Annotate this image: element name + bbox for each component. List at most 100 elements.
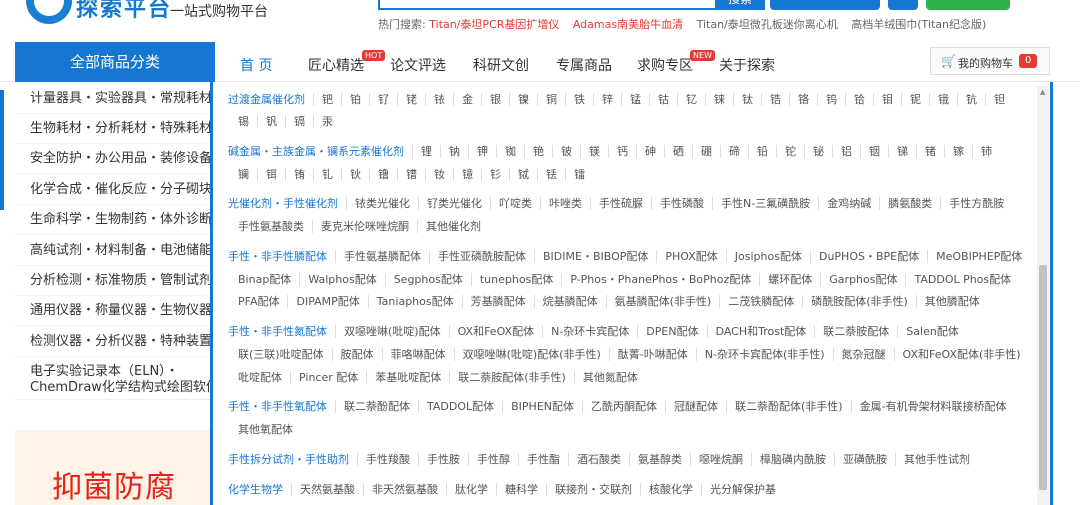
category-link[interactable]: 光分解保护基 <box>701 483 784 496</box>
category-link[interactable]: 手性氨基酸类 <box>228 220 312 233</box>
category-link[interactable]: 铒 <box>257 168 285 181</box>
hot-search-item[interactable]: Adamas南美胎牛血清 <box>573 18 683 31</box>
category-link[interactable]: 乙酰丙酮配体 <box>582 400 665 413</box>
category-link[interactable]: PFA配体 <box>228 295 287 308</box>
search-input[interactable] <box>378 0 718 10</box>
category-heading[interactable]: 手性・非手性氮配体 <box>228 325 327 338</box>
category-link[interactable]: 钒 <box>257 115 285 128</box>
header-green-button[interactable] <box>926 0 1010 10</box>
category-link[interactable]: Salen配体 <box>897 325 967 338</box>
category-link[interactable]: 烷基膦配体 <box>533 295 606 308</box>
category-link[interactable]: 铪 <box>845 93 873 106</box>
category-link[interactable]: 锂 <box>412 145 440 158</box>
category-link[interactable]: 铝 <box>832 145 860 158</box>
category-link[interactable]: 酞菁-卟啉配体 <box>608 348 696 361</box>
category-link[interactable]: OX和FeOX配体(非手性) <box>893 348 1029 361</box>
category-link[interactable]: 钼 <box>873 93 901 106</box>
category-link[interactable]: 吡啶配体 <box>228 371 290 384</box>
category-link[interactable]: 钆 <box>313 168 341 181</box>
logo-icon[interactable] <box>26 0 72 24</box>
category-link[interactable]: 糖科学 <box>496 483 546 496</box>
category-link[interactable]: Segphos配体 <box>384 273 471 286</box>
category-link[interactable]: 酒石酸类 <box>568 453 629 466</box>
category-link[interactable]: 吖啶类 <box>490 197 540 210</box>
category-heading[interactable]: 手性・非手性膦配体 <box>228 250 327 263</box>
category-link[interactable]: 手性胺 <box>418 453 468 466</box>
category-link[interactable]: 铅 <box>748 145 776 158</box>
cart-button[interactable]: 🛒 我的购物车 0 <box>930 47 1050 75</box>
category-link[interactable]: 铜 <box>537 93 565 106</box>
category-link[interactable]: 手性醇 <box>468 453 518 466</box>
category-link[interactable]: 铱类光催化 <box>346 197 418 210</box>
category-link[interactable]: 亚磺酰胺 <box>834 453 895 466</box>
category-link[interactable]: 樟脑磺内酰胺 <box>751 453 834 466</box>
category-link[interactable]: 镱 <box>453 168 481 181</box>
scroll-up-arrow-icon[interactable]: ▲ <box>1040 88 1045 96</box>
category-link[interactable]: 钽 <box>985 93 1013 106</box>
category-link[interactable]: 铌 <box>901 93 929 106</box>
sidebar-item-general-instruments[interactable]: 通用仪器・称量仪器・生物仪器 <box>15 296 215 326</box>
category-link[interactable]: 镉 <box>285 115 313 128</box>
sidebar-item-analysis[interactable]: 分析检测・标准物质・管制试剂 <box>15 266 215 296</box>
sidebar-item-life-science[interactable]: 生命科学・生物制药・体外诊断 <box>15 205 215 235</box>
category-link[interactable]: 手性氨基膦配体 <box>335 250 429 263</box>
category-link[interactable]: 铊 <box>776 145 804 158</box>
category-link[interactable]: 手性N-三氟磺酰胺 <box>712 197 819 210</box>
category-link[interactable]: 金 <box>453 93 481 106</box>
category-link[interactable]: 碲 <box>720 145 748 158</box>
category-link[interactable]: MeOBIPHEP配体 <box>927 250 1031 263</box>
sidebar-item-high-purity[interactable]: 高纯试剂・材料制备・电池储能 <box>15 236 215 266</box>
category-link[interactable]: 联二萘酚配体(非手性) <box>726 400 851 413</box>
hot-search-item[interactable]: Titan/泰坦PCR基因扩增仪 <box>429 18 559 31</box>
category-link[interactable]: 铈 <box>972 145 1000 158</box>
category-heading[interactable]: 过渡金属催化剂 <box>228 93 305 106</box>
header-action-button-2[interactable] <box>888 0 918 10</box>
category-link[interactable]: 锌 <box>593 93 621 106</box>
category-link[interactable]: 钌 <box>369 93 397 106</box>
nav-home[interactable]: 首 页 <box>240 55 272 75</box>
category-link[interactable]: 钐 <box>481 168 509 181</box>
logo-text[interactable]: 探索平台 <box>76 0 172 23</box>
category-link[interactable]: 非天然氨基酸 <box>363 483 446 496</box>
category-link[interactable]: 氮杂冠醚 <box>832 348 894 361</box>
category-link[interactable]: 核酸化学 <box>640 483 701 496</box>
category-link[interactable]: 镭 <box>565 168 593 181</box>
category-link[interactable]: 锑 <box>888 145 916 158</box>
category-link[interactable]: 砷 <box>636 145 664 158</box>
category-link[interactable]: 铟 <box>860 145 888 158</box>
category-link[interactable]: 钾 <box>468 145 496 158</box>
category-link[interactable]: 锡 <box>228 115 257 128</box>
category-link[interactable]: 镍 <box>509 93 537 106</box>
category-link[interactable]: 手性硫脲 <box>590 197 651 210</box>
category-link[interactable]: 镧 <box>228 168 257 181</box>
category-link[interactable]: 胺配体 <box>331 348 382 361</box>
category-link[interactable]: 镁 <box>580 145 608 158</box>
category-link[interactable]: DIPAMP配体 <box>287 295 368 308</box>
all-categories-title[interactable]: 全部商品分类 <box>15 42 215 82</box>
category-link[interactable]: 二茂铁膦配体 <box>719 295 803 308</box>
category-link[interactable]: Garphos配体 <box>820 273 906 286</box>
category-link[interactable]: 联接剂・交联剂 <box>546 483 640 496</box>
category-link[interactable]: 麦克米伦咪唑烷酮 <box>312 220 417 233</box>
category-link[interactable]: 钌类光催化 <box>418 197 490 210</box>
category-link[interactable]: 铷 <box>496 145 524 158</box>
category-link[interactable]: BIPHEN配体 <box>502 400 582 413</box>
category-link[interactable]: 咔唑类 <box>540 197 590 210</box>
category-link[interactable]: 氨基醇类 <box>629 453 690 466</box>
category-link[interactable]: 芳基膦配体 <box>461 295 534 308</box>
sidebar-item-chem-synthesis[interactable]: 化学合成・催化反应・分子砌块 <box>15 175 215 205</box>
hot-search-item[interactable]: Titan/泰坦微孔板迷你离心机 <box>697 18 838 31</box>
category-link[interactable]: 汞 <box>313 115 341 128</box>
category-link[interactable]: 锇 <box>929 93 957 106</box>
category-link[interactable]: 苯基吡啶配体 <box>366 371 450 384</box>
category-link[interactable]: 钛 <box>733 93 761 106</box>
category-heading[interactable]: 手性拆分试剂・手性助剂 <box>228 453 349 466</box>
category-link[interactable]: 其他膦配体 <box>915 295 988 308</box>
category-link[interactable]: 铋 <box>804 145 832 158</box>
sidebar-item-measuring[interactable]: 计量器具・实验器具・常规耗材 <box>15 84 215 114</box>
category-link[interactable]: 铁 <box>565 93 593 106</box>
sidebar-item-detection-instruments[interactable]: 检测仪器・分析仪器・特种装置 <box>15 327 215 357</box>
sidebar-item-eln-chemdraw[interactable]: 电子实验记录本（ELN）・ ChemDraw化学结构式绘图软件 <box>15 360 219 400</box>
header-action-button[interactable] <box>770 0 880 10</box>
category-link[interactable]: Walphos配体 <box>299 273 385 286</box>
